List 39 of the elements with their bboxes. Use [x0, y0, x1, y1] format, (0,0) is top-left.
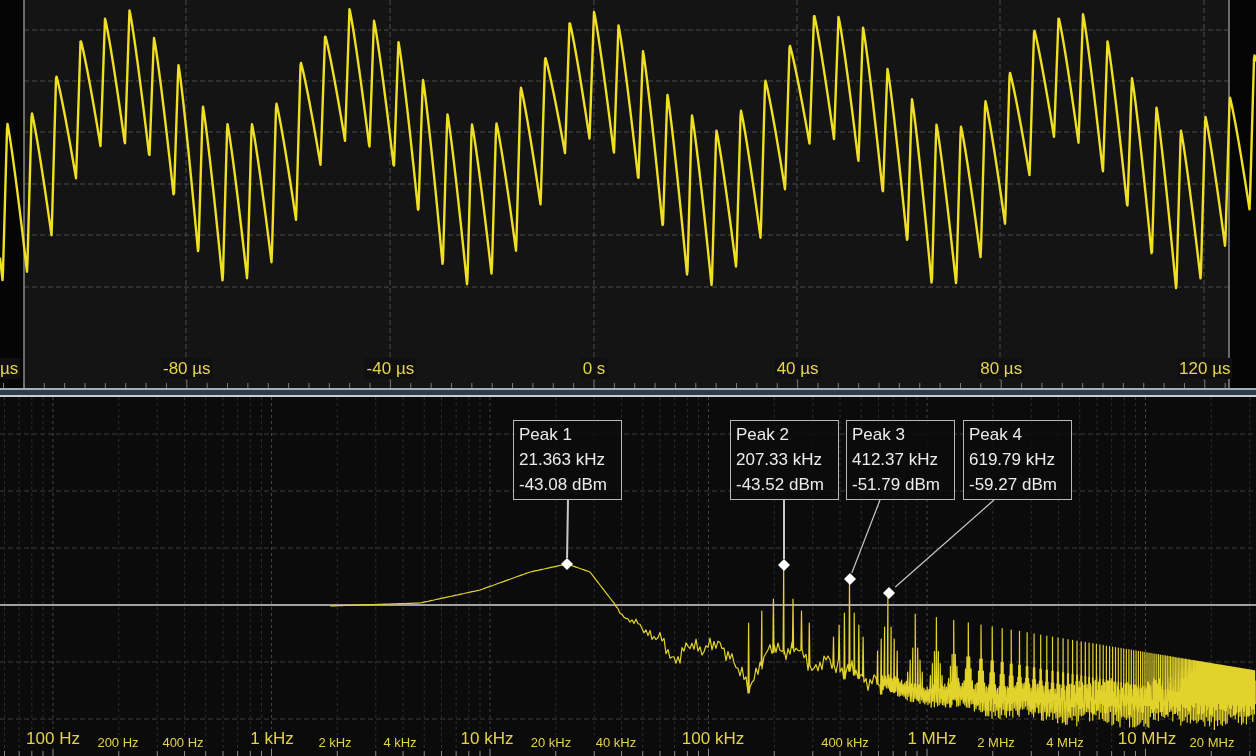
peak-amplitude: -43.08 dBm: [519, 474, 608, 496]
frequency-axis-label: 200 Hz: [95, 735, 141, 751]
leader-line: [566, 499, 569, 559]
frequency-axis-label: 10 kHz: [458, 729, 516, 749]
leader-line: [783, 499, 785, 560]
time-axis-label: 80 µs: [978, 358, 1025, 379]
peak-frequency: 207.33 kHz: [736, 449, 823, 471]
frequency-axis-label: 1 MHz: [905, 729, 959, 749]
frequency-axis-label: 100 Hz: [24, 729, 82, 749]
peak-amplitude: -59.27 dBm: [969, 474, 1058, 496]
peak-frequency: 619.79 kHz: [969, 449, 1056, 471]
peak-name: Peak 2: [736, 424, 790, 446]
frequency-axis-label: 20 MHz: [1187, 735, 1237, 751]
frequency-axis-label: 400 kHz: [819, 735, 871, 751]
diamond-marker-icon: [883, 587, 895, 599]
frequency-axis-label: 1 kHz: [248, 729, 296, 749]
diamond-marker-icon: [778, 559, 790, 571]
diamond-marker-icon: [561, 558, 573, 570]
frequency-axis-label: 4 MHz: [1044, 735, 1086, 751]
peak-amplitude: -51.79 dBm: [852, 474, 941, 496]
time-axis-label: 0 s: [580, 358, 608, 379]
time-axis-label: 40 µs: [774, 358, 821, 379]
frequency-axis-label: 2 kHz: [316, 735, 354, 751]
peak-name: Peak 1: [519, 424, 573, 446]
diamond-marker-icon: [844, 573, 856, 585]
time-axis-label: µs: [0, 358, 21, 379]
peak-amplitude: -43.52 dBm: [736, 474, 825, 496]
frequency-axis-label: 4 kHz: [381, 735, 419, 751]
frequency-axis-label: 400 Hz: [160, 735, 206, 751]
peak-frequency: 21.363 kHz: [519, 449, 606, 471]
time-axis-label: 120 µs: [1177, 358, 1233, 379]
frequency-axis-label: 40 kHz: [593, 735, 639, 751]
time-axis-label: -40 µs: [364, 358, 417, 379]
time-axis-label: -80 µs: [161, 358, 213, 379]
peak-name: Peak 4: [969, 424, 1023, 446]
peak-frequency: 412.37 kHz: [852, 449, 939, 471]
frequency-axis-label: 20 kHz: [528, 735, 574, 751]
frequency-axis-label: 2 MHz: [975, 735, 1017, 751]
peak-name: Peak 3: [852, 424, 906, 446]
